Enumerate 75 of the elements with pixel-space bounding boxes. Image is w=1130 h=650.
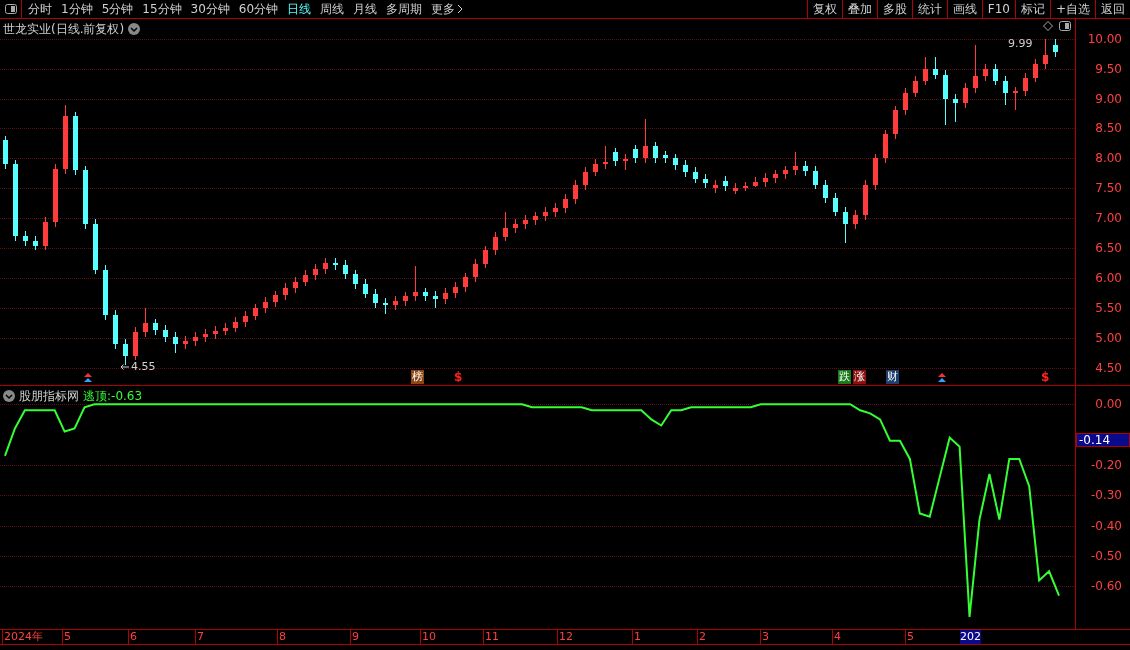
high-price-label: 9.99: [1008, 36, 1033, 52]
dropdown-icon[interactable]: [128, 23, 141, 35]
toolbar-button[interactable]: 画线: [946, 0, 982, 18]
low-price-label: 4.55: [131, 359, 156, 375]
price-tick: 6.00: [1095, 270, 1122, 285]
period-tab[interactable]: 日线: [287, 0, 312, 18]
date-label: 10: [420, 630, 436, 644]
indicator-tick: -0.50: [1090, 549, 1122, 564]
price-tick: 10.00: [1087, 31, 1122, 46]
price-tick: 9.50: [1095, 61, 1122, 76]
date-label: 5: [905, 630, 914, 644]
more-button[interactable]: 更多: [431, 0, 464, 18]
date-label: 6: [128, 630, 137, 644]
toolbar-button[interactable]: F10: [981, 0, 1015, 18]
period-tab[interactable]: 5分钟: [101, 0, 134, 18]
date-label: 2: [697, 630, 706, 644]
event-tag[interactable]: 跌: [838, 370, 851, 384]
double-chevron-icon[interactable]: [938, 373, 946, 382]
date-label: 202: [960, 630, 981, 644]
period-tab[interactable]: 1分钟: [61, 0, 93, 18]
date-label: 9: [350, 630, 359, 644]
chevron-right-icon: [457, 4, 464, 14]
leader-arrow-icon: [120, 364, 129, 370]
period-tab[interactable]: 30分钟: [190, 0, 230, 18]
price-tick: 8.00: [1095, 151, 1122, 166]
event-tag[interactable]: 榜: [411, 370, 424, 384]
period-tab[interactable]: 周线: [320, 0, 345, 18]
toolbar-button[interactable]: +自选: [1049, 0, 1095, 18]
price-tick: 9.00: [1095, 91, 1122, 106]
date-label: 5: [62, 630, 71, 644]
indicator-tick: -0.40: [1090, 518, 1122, 533]
indicator-tick: 0.00: [1095, 397, 1122, 412]
signal-mark[interactable]: $: [454, 370, 463, 384]
signal-mark[interactable]: $: [1041, 370, 1050, 384]
price-tick: 6.50: [1095, 241, 1122, 256]
date-label: 8: [277, 630, 286, 644]
price-tick: 5.50: [1095, 300, 1122, 315]
date-label: 2024年: [2, 630, 43, 644]
toolbar-button[interactable]: 标记: [1014, 0, 1050, 18]
toolbar-button[interactable]: 复权: [806, 0, 842, 18]
period-tab[interactable]: 多周期: [386, 0, 423, 18]
event-tag[interactable]: 财: [886, 370, 899, 384]
date-label: 11: [483, 630, 499, 644]
indicator-tick: -0.20: [1090, 457, 1122, 472]
panel-toggle-icon: [4, 4, 17, 14]
indicator-name: 股朋指标网: [19, 388, 79, 405]
event-tag[interactable]: 涨: [853, 370, 866, 384]
indicator-tick: -0.60: [1090, 579, 1122, 594]
toolbar-button[interactable]: 叠加: [841, 0, 877, 18]
period-tab[interactable]: 60分钟: [238, 0, 279, 18]
date-label: 3: [760, 630, 769, 644]
date-label: 12: [557, 630, 573, 644]
price-tick: 7.50: [1095, 181, 1122, 196]
double-chevron-icon[interactable]: [84, 373, 92, 382]
period-tab[interactable]: 15分钟: [142, 0, 182, 18]
price-tick: 7.00: [1095, 211, 1122, 226]
indicator-tick: -0.30: [1090, 488, 1122, 503]
current-value-badge: -0.14: [1076, 433, 1130, 447]
period-tab[interactable]: 分时: [28, 0, 52, 18]
date-label: 4: [832, 630, 841, 644]
price-tick: 4.50: [1095, 360, 1122, 375]
diamond-icon[interactable]: [1043, 21, 1053, 31]
dropdown-icon[interactable]: [3, 390, 15, 402]
price-tick: 8.50: [1095, 121, 1122, 136]
toolbar-button[interactable]: 返回: [1095, 0, 1130, 18]
toolbar-button[interactable]: 统计: [911, 0, 947, 18]
panel-toggle-icon[interactable]: [1059, 21, 1071, 31]
price-tick: 5.00: [1095, 330, 1122, 345]
indicator-series-label: 逃顶:: [83, 388, 112, 405]
toolbar-button[interactable]: 多股: [876, 0, 912, 18]
date-label: 7: [195, 630, 204, 644]
date-label: 1: [632, 630, 641, 644]
chart-title: 世龙实业(日线.前复权): [3, 21, 125, 38]
period-tab[interactable]: 月线: [353, 0, 378, 18]
indicator-value: -0.63: [111, 388, 143, 405]
